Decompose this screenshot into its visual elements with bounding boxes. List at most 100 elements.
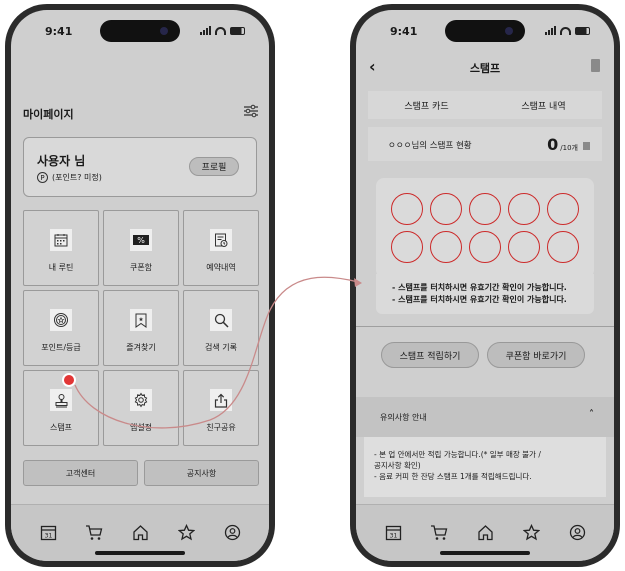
caution-body: - 본 업 안에서만 적립 가능합니다.(* 일부 매장 불가 / 공지사항 확…: [364, 437, 606, 497]
home-tab-icon[interactable]: [474, 521, 496, 543]
menu-label: 쿠폰함: [129, 263, 153, 272]
stamp-slot[interactable]: [547, 193, 579, 225]
profile-tab-icon[interactable]: [221, 521, 243, 543]
page-title: 스탬프: [469, 62, 501, 75]
calendar-tab-icon[interactable]: 31: [382, 521, 404, 543]
notice-button[interactable]: 공지사항: [144, 460, 259, 486]
home-tab-icon[interactable]: [129, 521, 151, 543]
coupon-glyph: %: [137, 236, 145, 245]
signal-icon: [200, 26, 211, 35]
tab-stamp-card[interactable]: 스탬프 카드: [368, 91, 485, 119]
coupon-icon: %: [130, 229, 152, 251]
calendar-icon: [50, 229, 72, 251]
chevron-up-icon[interactable]: ˄: [589, 409, 594, 420]
menu-label: 예약내역: [206, 263, 236, 272]
page-title: 마이페이지: [23, 108, 74, 121]
stamp-slot[interactable]: [508, 231, 540, 263]
caution-line: 공지사항 확인): [374, 461, 421, 470]
star-tab-icon[interactable]: [520, 521, 542, 543]
cart-tab-icon[interactable]: [428, 521, 450, 543]
phone-frame-mypage: 9:41 마이페이지 사용자 님 P (포인트? 미정) 프로필 내 루틴 %: [5, 4, 275, 567]
stamp-tabs: 스탬프 카드 스탬프 내역: [368, 91, 602, 119]
stamp-notice: - 스탬프를 터치하시면 유효기간 확인이 가능합니다. - 스탬프를 터치하시…: [376, 274, 594, 314]
notice-line: - 스탬프를 터치하시면 유효기간 확인이 가능합니다.: [392, 283, 567, 292]
status-icons: [545, 26, 590, 35]
caution-line: - 음료 커피 한 잔당 스탬프 1개를 적립해드립니다.: [374, 472, 532, 481]
section-divider: [356, 326, 614, 327]
points-text: (포인트? 미정): [52, 173, 102, 182]
battery-icon: [575, 27, 590, 35]
stamp-slot[interactable]: [391, 231, 423, 263]
menu-grid: 내 루틴 % 쿠폰함 예약내역 포인트/등급 즐겨찾기 검색 기록 스탬프 앱설…: [23, 210, 259, 446]
menu-routine[interactable]: 내 루틴: [23, 210, 99, 286]
dynamic-island: [100, 20, 180, 42]
menu-search-history[interactable]: 검색 기록: [183, 290, 259, 366]
menu-share[interactable]: 친구공유: [183, 370, 259, 446]
menu-label: 포인트/등급: [41, 343, 81, 352]
badge-icon: [50, 309, 72, 331]
wifi-icon: [215, 27, 226, 35]
menu-stamp[interactable]: 스탬프: [23, 370, 99, 446]
stamp-slot[interactable]: [391, 193, 423, 225]
menu-label: 내 루틴: [48, 263, 74, 272]
menu-label: 앱설정: [129, 423, 153, 432]
stamp-slot[interactable]: [508, 193, 540, 225]
profile-card: 사용자 님 P (포인트? 미정) 프로필: [23, 137, 257, 197]
menu-app-settings[interactable]: 앱설정: [103, 370, 179, 446]
points-row: P (포인트? 미정): [37, 172, 102, 183]
profile-button[interactable]: 프로필: [189, 157, 239, 176]
menu-coupons[interactable]: % 쿠폰함: [103, 210, 179, 286]
stamp-screen: 9:41 ‹ 스탬프 스탬프 카드 스탬프 내역 ㅇㅇㅇ님의 스탬프 현황 0 …: [356, 10, 614, 561]
gear-icon: [130, 389, 152, 411]
home-indicator: [440, 551, 530, 555]
signal-icon: [545, 26, 556, 35]
phone-frame-stamp: 9:41 ‹ 스탬프 스탬프 카드 스탬프 내역 ㅇㅇㅇ님의 스탬프 현황 0 …: [350, 4, 620, 567]
profile-tab-icon[interactable]: [566, 521, 588, 543]
status-time: 9:41: [390, 25, 418, 38]
caution-accordion-header[interactable]: 유의사항 안내 ˄: [356, 397, 614, 437]
go-coupons-button[interactable]: 쿠폰함 바로가기: [487, 342, 585, 368]
collect-stamp-button[interactable]: 스탬프 적립하기: [381, 342, 479, 368]
calendar-tab-icon[interactable]: 31: [37, 521, 59, 543]
points-icon: P: [37, 172, 48, 183]
customer-center-button[interactable]: 고객센터: [23, 460, 138, 486]
stamp-slot[interactable]: [430, 231, 462, 263]
stamp-slot[interactable]: [430, 193, 462, 225]
status-time: 9:41: [45, 25, 73, 38]
notice-line: - 스탬프를 터치하시면 유효기간 확인이 가능합니다.: [392, 295, 567, 304]
settings-sliders-icon[interactable]: [243, 103, 259, 122]
menu-favorites[interactable]: 즐겨찾기: [103, 290, 179, 366]
stamp-slot[interactable]: [469, 231, 501, 263]
stamp-slot[interactable]: [547, 231, 579, 263]
mypage-screen: 9:41 마이페이지 사용자 님 P (포인트? 미정) 프로필 내 루틴 %: [11, 10, 269, 561]
stamp-slot[interactable]: [469, 193, 501, 225]
star-tab-icon[interactable]: [175, 521, 197, 543]
wifi-icon: [560, 27, 571, 35]
stamp-card-grid: [376, 178, 594, 278]
menu-label: 스탬프: [49, 423, 73, 432]
share-icon: [210, 389, 232, 411]
trash-icon[interactable]: [591, 59, 600, 72]
menu-reservations[interactable]: 예약내역: [183, 210, 259, 286]
battery-icon: [230, 27, 245, 35]
menu-label: 검색 기록: [205, 343, 237, 352]
user-name: 사용자 님: [37, 154, 86, 168]
tab-stamp-history[interactable]: 스탬프 내역: [485, 91, 602, 119]
status-icons: [200, 26, 245, 35]
home-indicator: [95, 551, 185, 555]
reservation-icon: [210, 229, 232, 251]
menu-label: 즐겨찾기: [126, 343, 156, 352]
menu-points-grade[interactable]: 포인트/등급: [23, 290, 99, 366]
stamp-count-total: /10개: [560, 144, 578, 152]
caution-line: - 본 업 안에서만 적립 가능합니다.(* 일부 매장 불가 /: [374, 450, 541, 459]
cart-tab-icon[interactable]: [83, 521, 105, 543]
calendar-day: 31: [44, 532, 52, 539]
caution-title: 유의사항 안내: [380, 413, 427, 422]
stamp-count: 0 /10개: [547, 135, 590, 154]
menu-label: 친구공유: [206, 423, 236, 432]
info-square-icon: [583, 142, 590, 150]
support-buttons: 고객센터 공지사항: [23, 460, 259, 486]
bookmark-icon: [130, 309, 152, 331]
search-icon: [210, 309, 232, 331]
stamp-status-row: ㅇㅇㅇ님의 스탬프 현황 0 /10개: [368, 127, 602, 161]
